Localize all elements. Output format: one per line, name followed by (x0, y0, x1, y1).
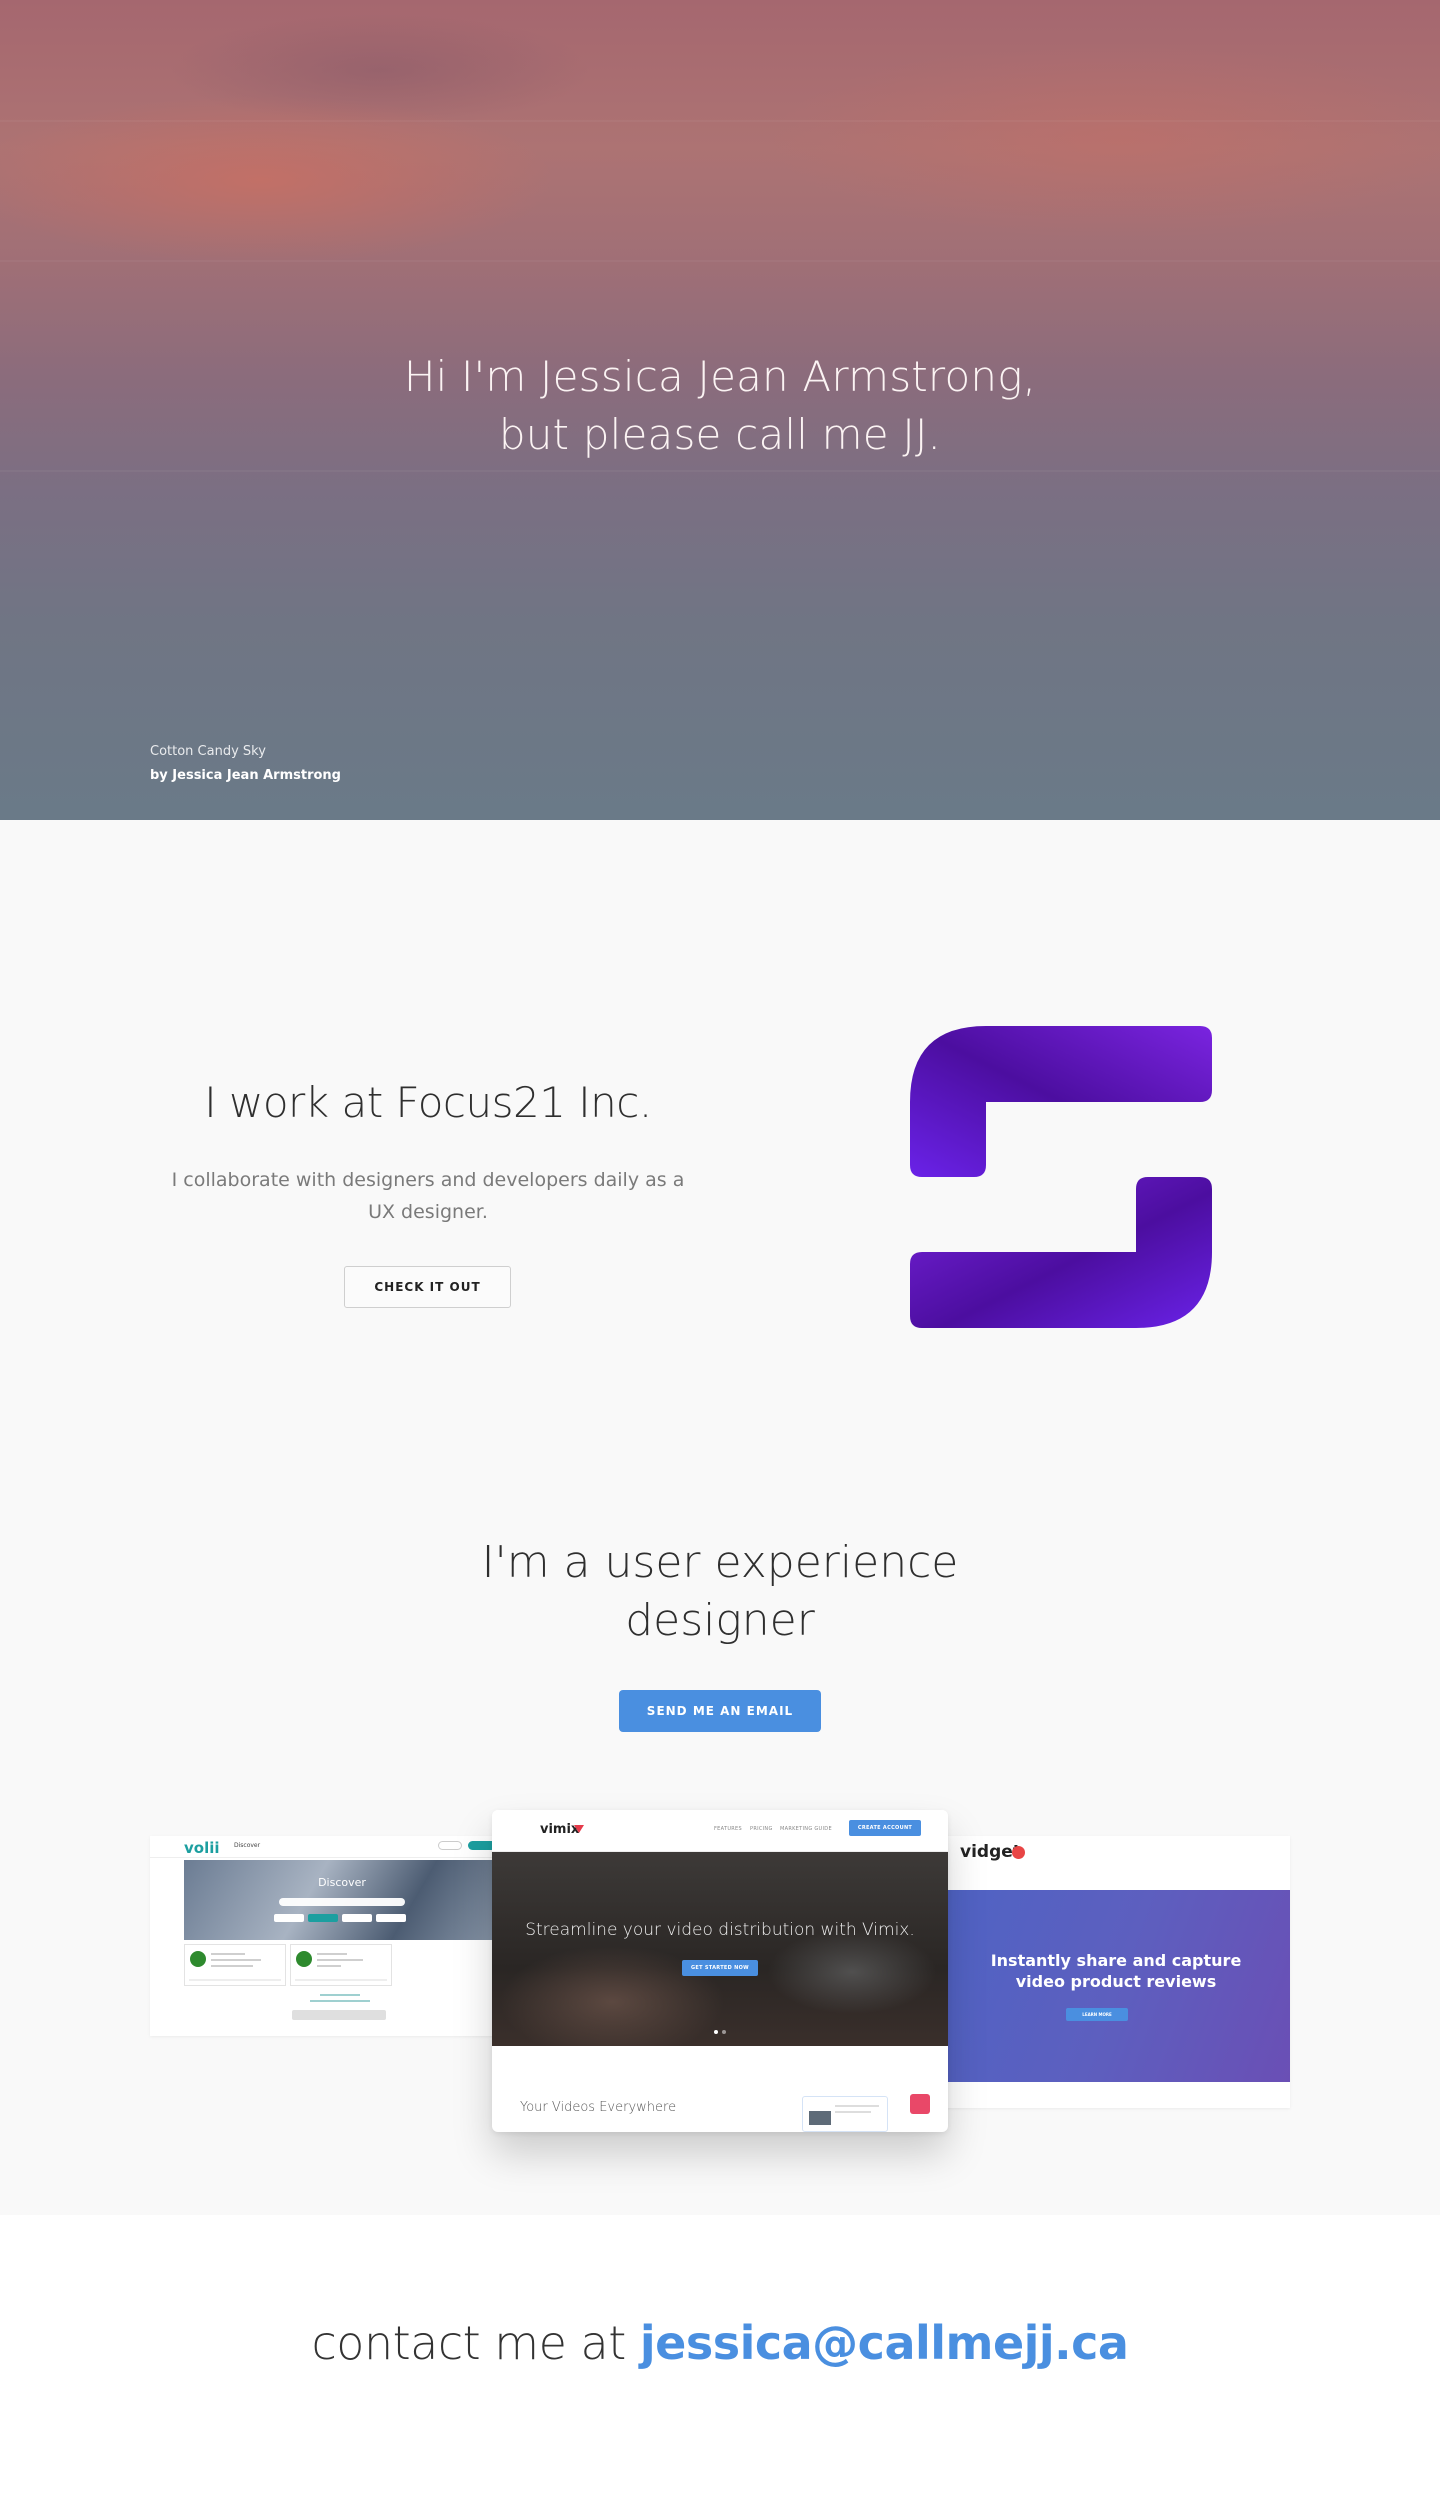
volii-tab (376, 1914, 406, 1922)
volii-link-line (310, 2000, 370, 2002)
volii-banner-title: Discover (318, 1876, 366, 1889)
volii-card-line (317, 1965, 341, 1967)
ux-title-line2: designer (625, 1595, 815, 1646)
check-it-out-button[interactable]: CHECK IT OUT (344, 1266, 511, 1308)
photo-credit: Cotton Candy Sky by Jessica Jean Armstro… (150, 744, 341, 783)
volii-card-line (189, 1979, 281, 1981)
vimix-widget-preview (802, 2096, 888, 2132)
volii-logo: volii (184, 1839, 220, 1857)
vidget-panel: Instantly share and capture video produc… (942, 1890, 1290, 2082)
vimix-nav-link: FEATURES (714, 1826, 742, 1832)
vidget-panel-title-line2: video product reviews (1015, 1972, 1217, 1991)
focus21-logo-icon (910, 1026, 1212, 1328)
hero-title-line1: Hi I'm Jessica Jean Armstrong, (403, 352, 1037, 401)
vimix-widget-line (835, 2105, 879, 2107)
vimix-widget-thumb (809, 2111, 831, 2125)
vidget-screenshot[interactable]: vidget Instantly share and capture video… (942, 1836, 1290, 2108)
volii-avatar (296, 1951, 312, 1967)
volii-card-line (295, 1979, 387, 1981)
contact-prefix: contact me at (311, 2316, 627, 2370)
work-description: I collaborate with designers and develop… (171, 1169, 685, 1223)
volii-nav-link: Discover (234, 1842, 261, 1849)
vimix-logo-mark-icon (574, 1825, 584, 1833)
volii-tab (308, 1914, 338, 1922)
photo-author: by Jessica Jean Armstrong (150, 768, 341, 783)
vimix-nav-link: PRICING (750, 1826, 773, 1832)
chat-icon (910, 2094, 930, 2114)
work-title: I work at Focus21 Inc. (204, 1078, 652, 1127)
volii-card-line (211, 1953, 245, 1955)
hero-texture (0, 120, 1440, 122)
volii-card-line (317, 1953, 347, 1955)
contact-line: contact me at jessica@callmejj.ca (0, 2316, 1440, 2370)
vimix-carousel-dot (722, 2030, 726, 2034)
vimix-nav-link: MARKETING GUIDE (780, 1826, 832, 1832)
volii-tab (342, 1914, 372, 1922)
vimix-hero: Streamline your video distribution with … (492, 1852, 948, 2046)
vimix-create-account: CREATE ACCOUNT (849, 1820, 921, 1836)
hero-title-line2: but please call me JJ. (498, 410, 942, 459)
vimix-screenshot[interactable]: vimix FEATURES PRICING MARKETING GUIDE C… (492, 1810, 948, 2132)
volii-avatar (190, 1951, 206, 1967)
hero-texture (0, 260, 1440, 262)
volii-screenshot[interactable]: volii Discover Discover (150, 1836, 500, 2036)
volii-card-line (317, 1959, 363, 1961)
contact-email-link[interactable]: jessica@callmejj.ca (640, 2316, 1129, 2370)
vidget-panel-title: Instantly share and capture video produc… (942, 1950, 1290, 1992)
volii-card-line (211, 1959, 261, 1961)
vimix-hero-button: GET STARTED NOW (682, 1960, 758, 1976)
volii-login-pill (438, 1841, 462, 1850)
hero-texture (0, 470, 1440, 472)
vimix-nav: vimix FEATURES PRICING MARKETING GUIDE C… (492, 1810, 948, 1852)
hero-title: Hi I'm Jessica Jean Armstrong, but pleas… (0, 348, 1440, 464)
vimix-subtitle: Your Videos Everywhere (520, 2100, 677, 2115)
vidget-panel-title-line1: Instantly share and capture (990, 1951, 1242, 1970)
vimix-carousel-dot (714, 2030, 718, 2034)
volii-link-line (320, 1994, 360, 1996)
vimix-widget-line (835, 2111, 871, 2113)
volii-nav: volii Discover (150, 1836, 500, 1858)
volii-card-line (211, 1965, 253, 1967)
ux-title-line1: I'm a user experience (481, 1537, 959, 1588)
vimix-hero-title: Streamline your video distribution with … (525, 1920, 915, 1940)
photo-title: Cotton Candy Sky (150, 744, 266, 759)
volii-tab (274, 1914, 304, 1922)
ux-title: I'm a user experience designer (0, 1534, 1440, 1650)
volii-search (279, 1898, 405, 1906)
volii-banner: Discover (184, 1860, 500, 1940)
volii-footer-button (292, 2010, 386, 2020)
vidget-logo-mark-icon (1012, 1846, 1025, 1859)
send-email-button[interactable]: SEND ME AN EMAIL (619, 1690, 821, 1732)
hero-section: Hi I'm Jessica Jean Armstrong, but pleas… (0, 0, 1440, 820)
vidget-panel-button: LEARN MORE (1066, 2008, 1128, 2021)
volii-card (184, 1944, 286, 1986)
volii-card (290, 1944, 392, 1986)
